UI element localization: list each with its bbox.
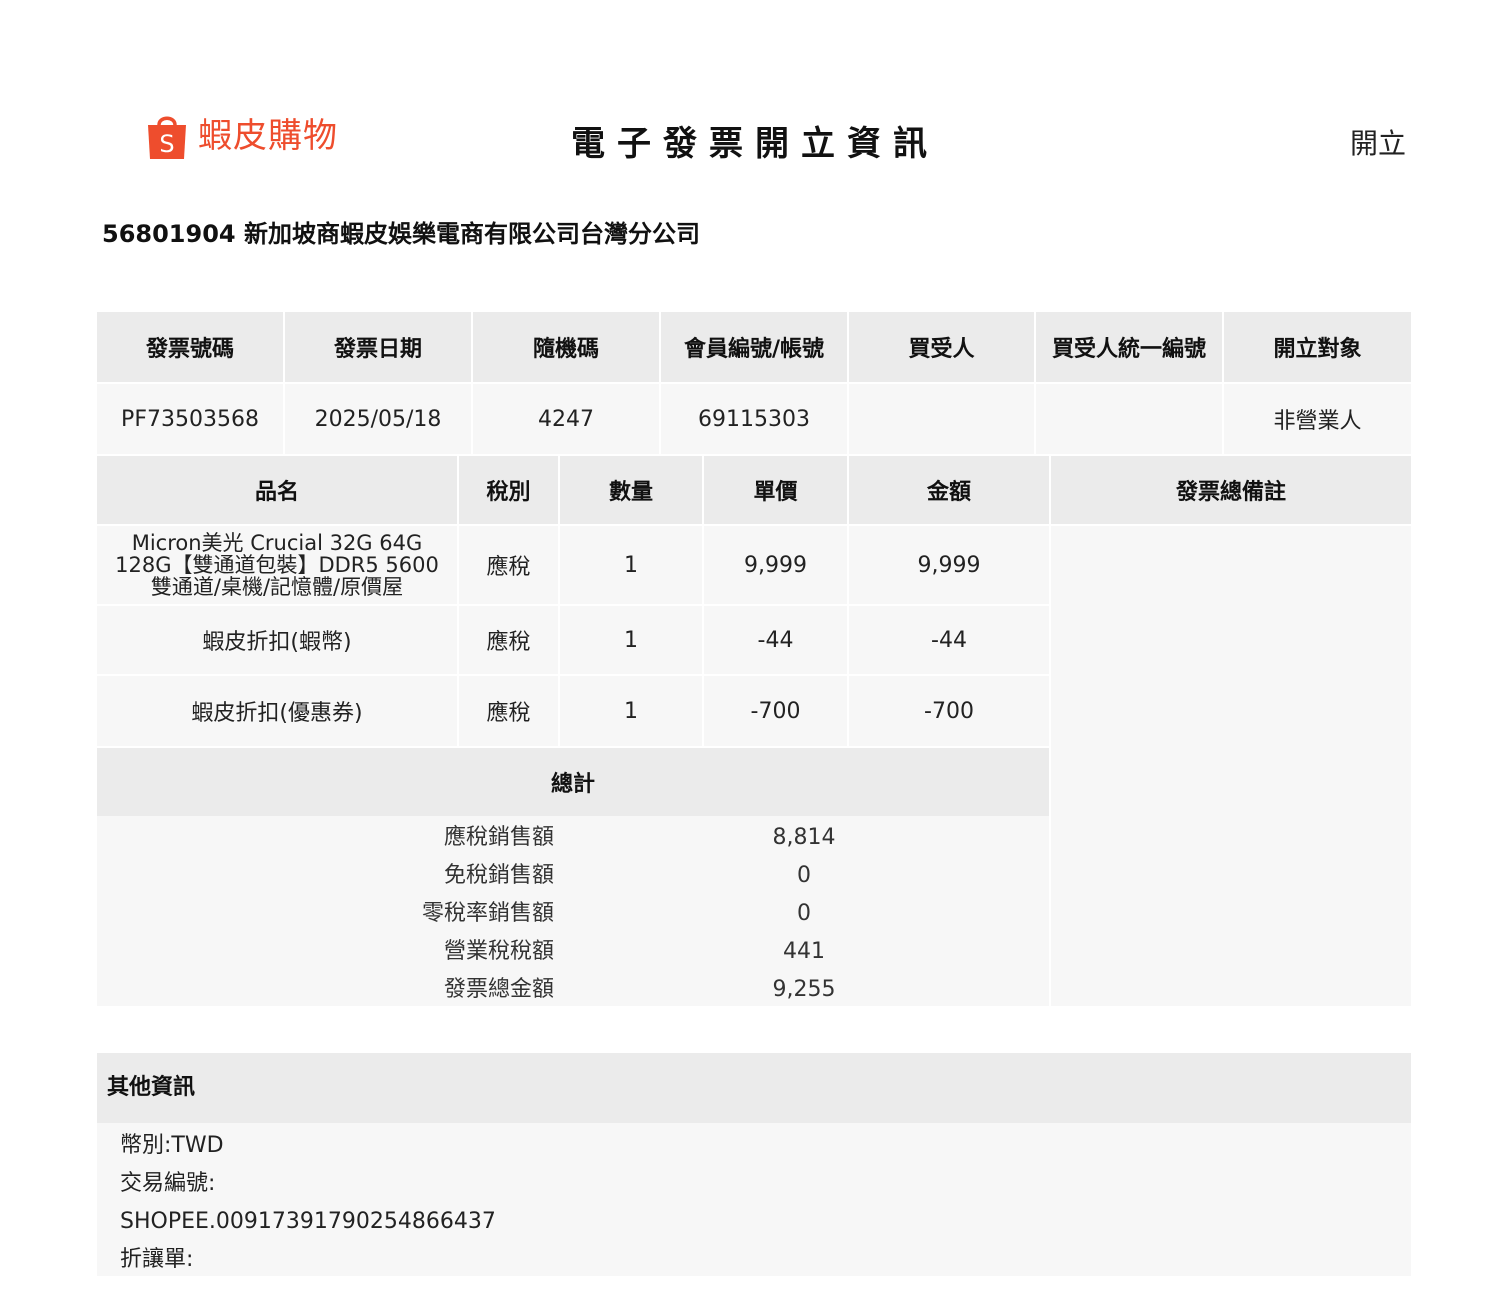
invoice-total-label: 發票總金額	[443, 977, 554, 1002]
taxable-sales-label: 應稅銷售額	[443, 825, 554, 850]
transaction-id-label: 交易編號:	[120, 1171, 216, 1196]
header-invoice-number: 發票號碼	[97, 312, 283, 382]
header-member-id: 會員編號/帳號	[661, 312, 847, 382]
shopping-bag-icon: S	[148, 116, 186, 159]
item-unit-price: 9,999	[704, 526, 847, 604]
tax-free-sales-label: 免稅銷售額	[443, 863, 554, 888]
item-name: 蝦皮折扣(優惠券)	[97, 676, 457, 746]
business-tax-value: 441	[783, 939, 825, 964]
logo-letter: S	[159, 130, 174, 158]
shopee-logo: S 蝦皮購物	[146, 110, 338, 162]
invoice-date: 2025/05/18	[285, 384, 471, 454]
item-amount: -700	[849, 676, 1049, 746]
item-tax-type: 應稅	[459, 526, 558, 604]
header-quantity: 數量	[560, 456, 702, 524]
item-unit-price: -700	[704, 676, 847, 746]
taxable-sales-value: 8,814	[772, 825, 836, 850]
header-random-code: 隨機碼	[473, 312, 659, 382]
item-amount: -44	[849, 606, 1049, 674]
header-amount: 金額	[849, 456, 1049, 524]
invoice-status: 開立	[1349, 127, 1406, 160]
item-quantity: 1	[560, 676, 702, 746]
header-buyer: 買受人	[849, 312, 1034, 382]
item-amount: 9,999	[849, 526, 1049, 604]
item-name: Micron美光 Crucial 32G 64G 128G【雙通道包裝】DDR5…	[97, 526, 457, 604]
header-item-name: 品名	[97, 456, 457, 524]
currency-line: 幣別:TWD	[120, 1133, 224, 1158]
item-tax-type: 應稅	[459, 606, 558, 674]
summary-title: 總計	[97, 748, 1049, 816]
transaction-id-value: SHOPEE.00917391790254866437	[120, 1209, 496, 1234]
header-tax-type: 稅別	[459, 456, 558, 524]
invoice-number: PF73503568	[97, 384, 283, 454]
item-quantity: 1	[560, 606, 702, 674]
allowance-label: 折讓單:	[120, 1247, 194, 1272]
seller-info: 56801904 新加坡商蝦皮娛樂電商有限公司台灣分公司	[102, 220, 700, 248]
issue-target: 非營業人	[1224, 384, 1411, 454]
buyer-tax-id	[1036, 384, 1222, 454]
invoice-remark	[1051, 526, 1411, 1006]
buyer	[849, 384, 1034, 454]
zero-rate-sales-label: 零稅率銷售額	[421, 901, 554, 926]
other-info-title: 其他資訊	[97, 1053, 1411, 1123]
header-buyer-tax-id: 買受人統一編號	[1036, 312, 1222, 382]
header-unit-price: 單價	[704, 456, 847, 524]
invoice-total-value: 9,255	[772, 977, 836, 1002]
item-tax-type: 應稅	[459, 676, 558, 746]
header-issue-target: 開立對象	[1224, 312, 1411, 382]
other-info-panel	[97, 1123, 1411, 1276]
item-unit-price: -44	[704, 606, 847, 674]
logo-text: 蝦皮購物	[198, 116, 338, 156]
item-name: 蝦皮折扣(蝦幣)	[97, 606, 457, 674]
page-title: 電子發票開立資訊	[571, 124, 939, 164]
summary-panel: 應稅銷售額 8,814 免稅銷售額 0 零稅率銷售額 0 營業稅稅額 441 發…	[97, 816, 1049, 1006]
header-invoice-remark: 發票總備註	[1051, 456, 1411, 524]
header-invoice-date: 發票日期	[285, 312, 471, 382]
business-tax-label: 營業稅稅額	[443, 939, 554, 964]
item-quantity: 1	[560, 526, 702, 604]
zero-rate-sales-value: 0	[797, 901, 811, 926]
tax-free-sales-value: 0	[797, 863, 811, 888]
member-id: 69115303	[661, 384, 847, 454]
random-code: 4247	[473, 384, 659, 454]
